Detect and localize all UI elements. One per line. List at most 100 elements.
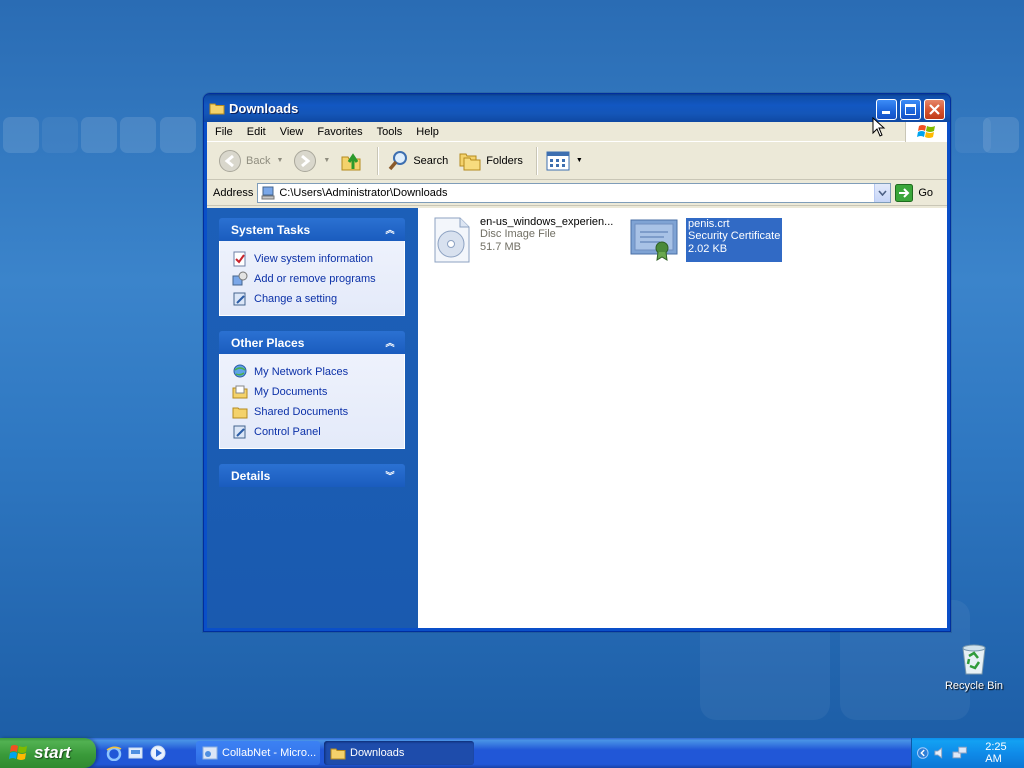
wallpaper-tile (120, 117, 156, 153)
toolbar-separator (377, 146, 379, 175)
taskbar-button-collabnet[interactable]: CollabNet - Micro... (196, 741, 320, 765)
speaker-icon[interactable] (933, 745, 948, 761)
forward-arrow-icon (294, 149, 317, 172)
file-size: 51.7 MB (480, 241, 521, 253)
menu-tools[interactable]: Tools (370, 126, 410, 138)
control-panel-icon (233, 425, 246, 439)
wallpaper-tile (42, 117, 78, 153)
system-tasks-panel: System Tasks ︽ View system information A… (219, 218, 405, 316)
windows-logo-icon (905, 122, 947, 142)
up-folder-icon (341, 152, 361, 170)
window-client: File Edit View Favorites Tools Help Back… (207, 122, 947, 628)
back-button[interactable]: Back ▼ (215, 146, 286, 176)
views-dropdown-icon[interactable]: ▼ (576, 157, 583, 164)
start-button[interactable]: start (0, 738, 96, 768)
details-title: Details (231, 468, 271, 483)
file-size: 2.02 KB (688, 243, 728, 255)
collapse-icon[interactable]: ︽ (383, 336, 397, 350)
system-tasks-header[interactable]: System Tasks ︽ (219, 218, 405, 241)
expand-icon[interactable]: ︾ (383, 469, 397, 483)
wallpaper-tile (3, 117, 39, 153)
taskbar: start CollabNet - Micro... Downloads 2:2… (0, 738, 1024, 768)
details-panel: Details ︾ (219, 464, 405, 487)
menu-file[interactable]: File (207, 126, 240, 138)
internet-explorer-icon[interactable] (106, 745, 122, 761)
forward-dropdown-icon[interactable]: ▼ (323, 157, 330, 164)
mouse-cursor-icon (872, 117, 886, 137)
search-button[interactable]: Search (384, 146, 451, 176)
wallpaper-tile (983, 117, 1019, 153)
file-type: Disc Image File (480, 228, 556, 240)
shared-documents-link[interactable]: Shared Documents (232, 402, 392, 422)
other-places-panel: Other Places ︽ My Network Places My Docu… (219, 331, 405, 449)
maximize-button[interactable] (900, 99, 921, 120)
certificate-icon (630, 219, 678, 261)
back-dropdown-icon[interactable]: ▼ (276, 157, 283, 164)
system-information-icon (233, 251, 246, 267)
menu-edit[interactable]: Edit (240, 126, 273, 138)
go-label: Go (918, 186, 934, 199)
file-type: Security Certificate (688, 230, 781, 242)
start-label: start (34, 743, 71, 762)
task-link-label: My Documents (254, 386, 328, 398)
toolbar-separator (535, 146, 537, 175)
file-item-selected[interactable]: penis.crt Security Certificate 2.02 KB (630, 218, 783, 262)
address-dropdown-button[interactable] (874, 183, 891, 202)
minimize-icon (882, 111, 890, 114)
collapse-icon[interactable]: ︽ (383, 223, 397, 237)
file-list: en-us_windows_experien... Disc Image Fil… (418, 208, 947, 628)
my-network-places-link[interactable]: My Network Places (232, 362, 392, 382)
network-icon[interactable] (952, 745, 967, 761)
task-link-label: Add or remove programs (254, 273, 376, 285)
taskbar-button-label: CollabNet - Micro... (222, 747, 317, 759)
add-remove-programs-link[interactable]: Add or remove programs (232, 269, 392, 289)
views-icon (546, 151, 570, 170)
file-name: en-us_windows_experien... (480, 216, 614, 228)
close-icon (929, 104, 940, 115)
media-player-icon[interactable] (150, 745, 166, 761)
menu-help[interactable]: Help (409, 126, 446, 138)
wallpaper-tile (160, 117, 196, 153)
folder-icon (209, 103, 225, 115)
control-panel-link[interactable]: Control Panel (232, 422, 392, 442)
address-value: C:\Users\Administrator\Downloads (279, 186, 448, 199)
recycle-bin-label: Recycle Bin (944, 680, 1004, 692)
views-button[interactable]: ▼ (543, 146, 586, 176)
clock[interactable]: 2:25 AM (985, 741, 1024, 765)
change-setting-link[interactable]: Change a setting (232, 289, 392, 309)
other-places-body: My Network Places My Documents Shared Do… (219, 354, 405, 449)
close-button[interactable] (924, 99, 945, 120)
other-places-title: Other Places (231, 335, 305, 350)
network-places-icon (233, 364, 247, 378)
up-folder-button[interactable] (337, 146, 367, 176)
add-remove-programs-icon (232, 271, 248, 286)
back-arrow-icon (219, 149, 241, 172)
details-header[interactable]: Details ︾ (219, 464, 405, 487)
quick-launch (106, 745, 192, 761)
control-panel-icon (233, 292, 246, 306)
taskbar-button-label: Downloads (350, 747, 405, 759)
recycle-bin-icon (962, 644, 986, 675)
computer-icon (261, 186, 275, 199)
content-area: System Tasks ︽ View system information A… (207, 208, 947, 628)
recycle-bin-shortcut[interactable]: Recycle Bin (940, 642, 1008, 692)
taskbar-button-downloads[interactable]: Downloads (324, 741, 474, 765)
other-places-header[interactable]: Other Places ︽ (219, 331, 405, 354)
menu-view[interactable]: View (273, 126, 311, 138)
show-desktop-icon[interactable] (128, 745, 144, 761)
view-system-information-link[interactable]: View system information (232, 249, 392, 269)
go-button[interactable]: Go (895, 183, 934, 202)
menu-bar: File Edit View Favorites Tools Help (207, 122, 947, 142)
system-tasks-body: View system information Add or remove pr… (219, 241, 405, 316)
forward-button[interactable]: ▼ (290, 146, 333, 176)
file-item[interactable]: en-us_windows_experien... Disc Image Fil… (432, 216, 615, 264)
tray-expand-icon[interactable] (917, 745, 929, 761)
title-bar[interactable]: Downloads (204, 94, 950, 122)
address-input[interactable]: C:\Users\Administrator\Downloads (257, 182, 892, 203)
my-documents-link[interactable]: My Documents (232, 382, 392, 402)
shared-folder-icon (232, 407, 248, 419)
menu-favorites[interactable]: Favorites (310, 126, 369, 138)
address-label: Address (213, 186, 254, 199)
go-arrow-icon (895, 183, 914, 202)
folders-button[interactable]: Folders (455, 146, 526, 176)
